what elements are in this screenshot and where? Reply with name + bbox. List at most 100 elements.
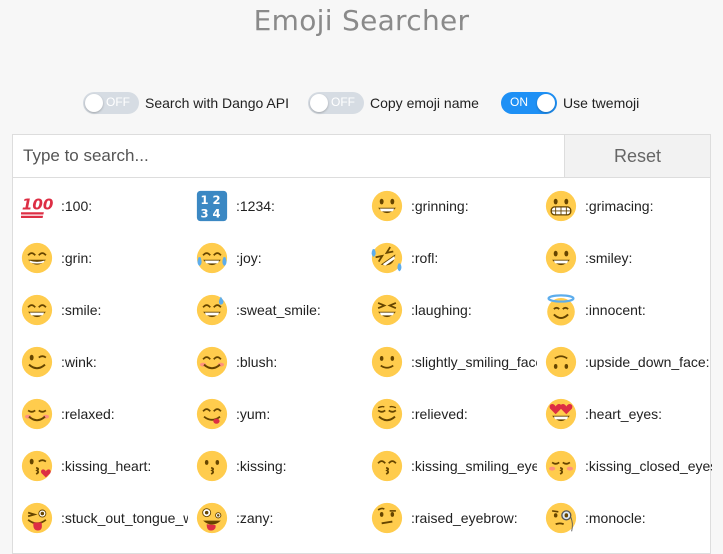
emoji-name-label: :100:: [61, 198, 93, 214]
twemoji-toggle-group: ON Use twemoji: [501, 92, 639, 114]
grimacing-face-icon: [545, 190, 577, 222]
twemoji-label: Use twemoji: [563, 95, 640, 111]
smiley-face-icon: [545, 242, 577, 274]
emoji-item[interactable]: :stuck_out_tongue_winking_eye:: [13, 492, 188, 544]
relaxed-face-icon: [21, 398, 53, 430]
heart-eyes-face-icon: [545, 398, 577, 430]
page-title: Emoji Searcher: [253, 4, 470, 37]
rofl-face-icon: [371, 242, 403, 274]
emoji-name-label: :kissing_heart:: [61, 458, 152, 474]
emoji-item[interactable]: :joy:: [188, 232, 363, 284]
emoji-item[interactable]: :relaxed:: [13, 388, 188, 440]
toggle-knob: [85, 94, 103, 112]
blush-face-icon: [196, 346, 228, 378]
emoji-name-label: :kissing_smiling_eyes:: [411, 458, 537, 474]
emoji-item[interactable]: 100 :100:: [13, 180, 188, 232]
joy-face-icon: [196, 242, 228, 274]
emoji-name-label: :innocent:: [585, 302, 646, 318]
emoji-name-label: :grinning:: [411, 198, 469, 214]
reset-button[interactable]: Reset: [564, 135, 710, 177]
emoji-name-label: :laughing:: [411, 302, 472, 318]
emoji-name-label: :kissing_closed_eyes:: [585, 458, 712, 474]
toggle-knob: [310, 94, 328, 112]
kissing-face-icon: [196, 450, 228, 482]
emoji-item[interactable]: :kissing_closed_eyes:: [537, 440, 712, 492]
emoji-item[interactable]: :raised_eyebrow:: [363, 492, 537, 544]
toggle-state-text: ON: [510, 95, 528, 109]
emoji-name-label: :grin:: [61, 250, 93, 266]
slightly-smiling-face-icon: [371, 346, 403, 378]
relieved-face-icon: [371, 398, 403, 430]
emoji-item[interactable]: :grin:: [13, 232, 188, 284]
twemoji-toggle[interactable]: ON: [501, 92, 557, 114]
input-numbers-icon: 1 23 4: [196, 190, 228, 222]
emoji-item[interactable]: :innocent:: [537, 284, 712, 336]
upside-down-face-icon: [545, 346, 577, 378]
emoji-item[interactable]: :relieved:: [363, 388, 537, 440]
emoji-name-label: :wink:: [61, 354, 97, 370]
emoji-item[interactable]: :yum:: [188, 388, 363, 440]
dango-api-toggle[interactable]: OFF: [83, 92, 139, 114]
innocent-face-icon: [545, 294, 577, 326]
emoji-panel: Reset 100:100:1 23 4:1234::grinning::gri…: [12, 134, 712, 554]
emoji-item[interactable]: :monocle:: [537, 492, 712, 544]
sweat-smile-face-icon: [196, 294, 228, 326]
emoji-item[interactable]: :smiley:: [537, 232, 712, 284]
emoji-item[interactable]: :kissing:: [188, 440, 363, 492]
emoji-item[interactable]: :zany:: [188, 492, 363, 544]
options-bar: OFF Search with Dango API OFF Copy emoji…: [0, 92, 723, 116]
emoji-name-label: :sweat_smile:: [236, 302, 321, 318]
emoji-item[interactable]: :kissing_smiling_eyes:: [363, 440, 537, 492]
svg-text:1 2: 1 2: [200, 193, 220, 207]
emoji-name-label: :kissing:: [236, 458, 287, 474]
emoji-item[interactable]: :wink:: [13, 336, 188, 388]
emoji-item[interactable]: :grinning:: [363, 180, 537, 232]
emoji-item[interactable]: 1 23 4 :1234:: [188, 180, 363, 232]
emoji-item[interactable]: :rofl:: [363, 232, 537, 284]
emoji-item[interactable]: :kissing_heart:: [13, 440, 188, 492]
copy-name-label: Copy emoji name: [370, 95, 479, 111]
emoji-name-label: :yum:: [236, 406, 271, 422]
toggle-state-text: OFF: [106, 95, 130, 109]
dango-api-toggle-group: OFF Search with Dango API: [83, 92, 289, 114]
emoji-item[interactable]: :upside_down_face:: [537, 336, 712, 388]
emoji-name-label: :joy:: [236, 250, 262, 266]
emoji-item[interactable]: :slightly_smiling_face:: [363, 336, 537, 388]
toggle-knob: [537, 94, 555, 112]
zany-face-icon: [196, 502, 228, 534]
yum-face-icon: [196, 398, 228, 430]
emoji-item[interactable]: :laughing:: [363, 284, 537, 336]
laughing-face-icon: [371, 294, 403, 326]
copy-name-toggle[interactable]: OFF: [308, 92, 364, 114]
search-input[interactable]: [13, 135, 564, 177]
emoji-item[interactable]: :grimacing:: [537, 180, 712, 232]
emoji-name-label: :monocle:: [585, 510, 646, 526]
dango-api-label: Search with Dango API: [145, 95, 289, 111]
emoji-item[interactable]: :heart_eyes:: [537, 388, 712, 440]
svg-text:100: 100: [22, 196, 53, 214]
emoji-name-label: :rofl:: [411, 250, 439, 266]
emoji-name-label: :smile:: [61, 302, 102, 318]
emoji-item[interactable]: :smile:: [13, 284, 188, 336]
grinning-face-icon: [371, 190, 403, 222]
wink-face-icon: [21, 346, 53, 378]
toggle-state-text: OFF: [331, 95, 355, 109]
emoji-name-label: :zany:: [236, 510, 274, 526]
hundred-points-icon: 100: [21, 190, 53, 222]
monocle-face-icon: [545, 502, 577, 534]
emoji-name-label: :blush:: [236, 354, 278, 370]
smile-face-icon: [21, 294, 53, 326]
emoji-item[interactable]: :blush:: [188, 336, 363, 388]
copy-name-toggle-group: OFF Copy emoji name: [308, 92, 479, 114]
raised-eyebrow-face-icon: [371, 502, 403, 534]
emoji-name-label: :1234:: [236, 198, 275, 214]
emoji-name-label: :heart_eyes:: [585, 406, 663, 422]
emoji-name-label: :slightly_smiling_face:: [411, 354, 537, 370]
kissing-closed-eyes-face-icon: [545, 450, 577, 482]
search-bar: Reset: [13, 135, 710, 178]
emoji-name-label: :stuck_out_tongue_winking_eye:: [61, 510, 188, 526]
stuck-out-tongue-winking-eye-face-icon: [21, 502, 53, 534]
grin-face-icon: [21, 242, 53, 274]
emoji-item[interactable]: :sweat_smile:: [188, 284, 363, 336]
emoji-name-label: :relaxed:: [61, 406, 115, 422]
